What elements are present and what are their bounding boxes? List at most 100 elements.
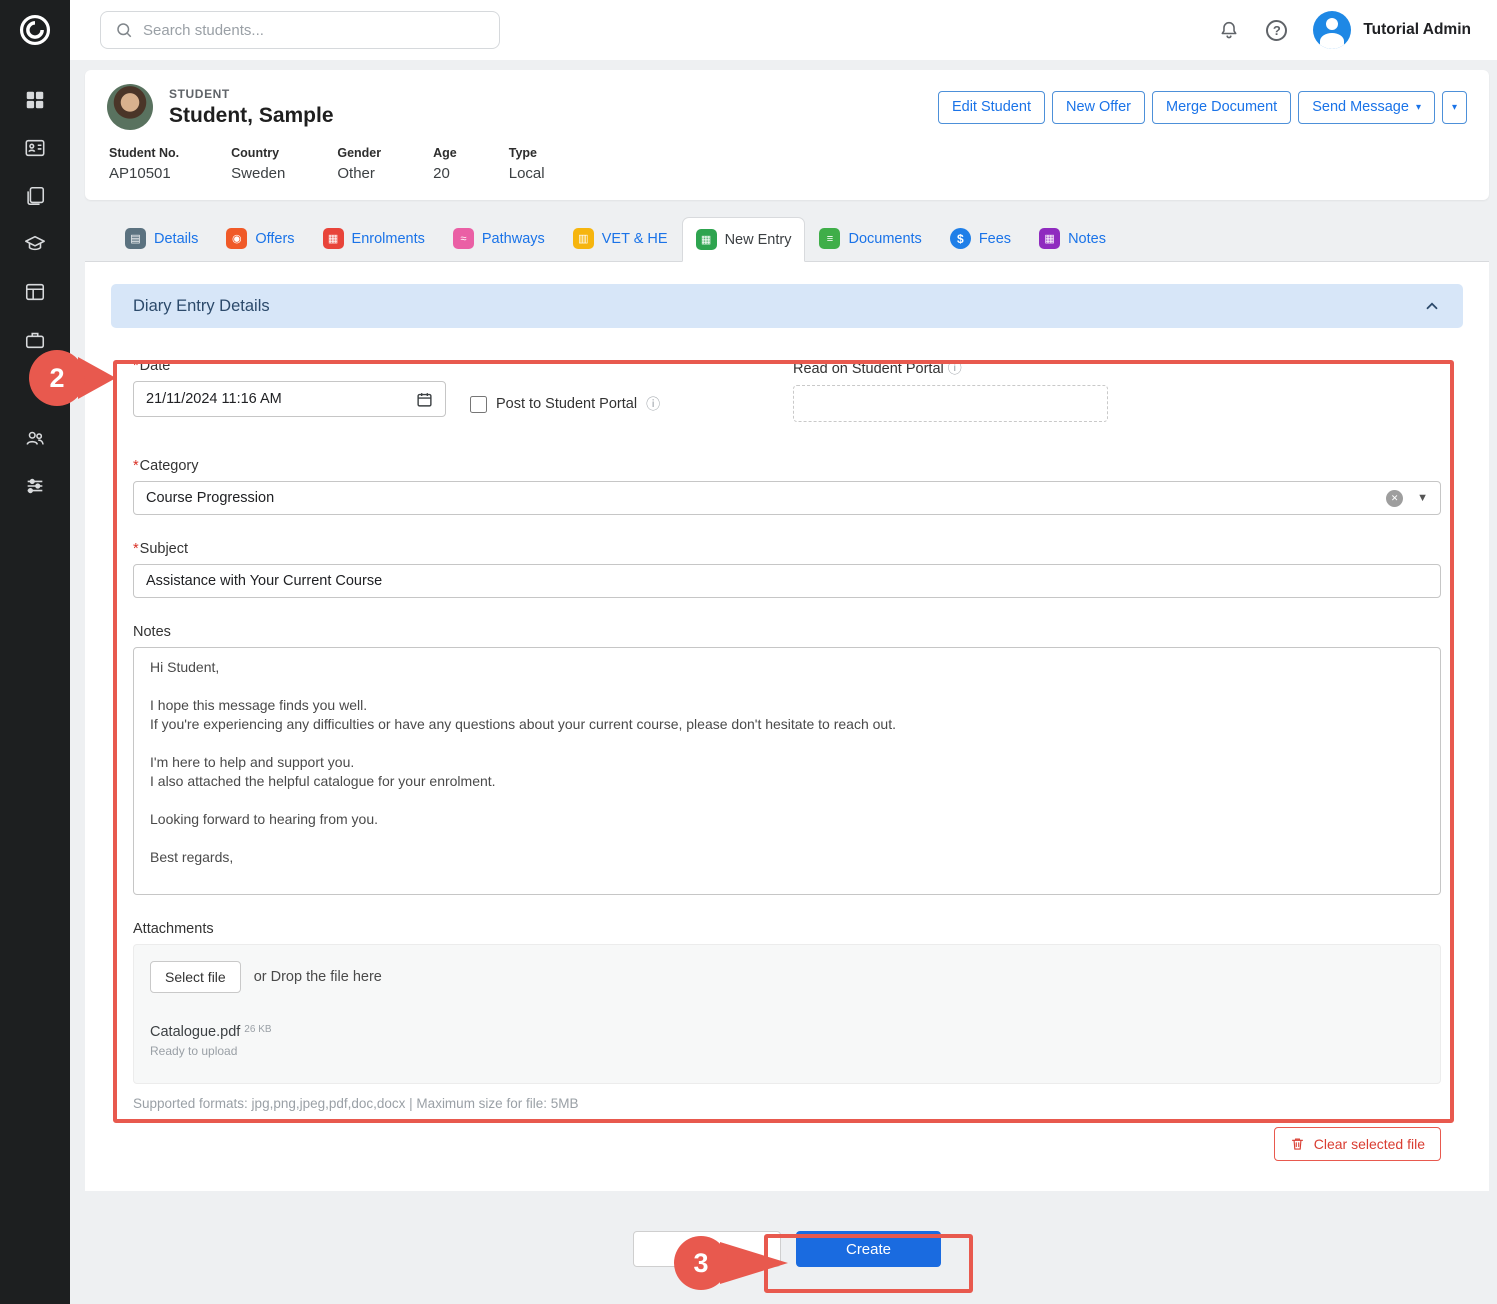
info-country: Country Sweden	[231, 146, 285, 182]
student-header-card: STUDENT Student, Sample Edit Student New…	[85, 70, 1489, 200]
student-meta: STUDENT Student, Sample	[169, 87, 334, 128]
post-to-portal-checkbox[interactable]	[470, 396, 487, 413]
attachments-label: Attachments	[133, 921, 1441, 937]
sliders-icon	[24, 475, 46, 497]
read-portal-input	[793, 385, 1108, 422]
table-icon	[24, 281, 46, 303]
footer-secondary-button[interactable]	[633, 1231, 781, 1267]
file-status: Ready to upload	[150, 1044, 1424, 1058]
trash-icon	[1290, 1136, 1305, 1152]
topbar: ? Tutorial Admin	[70, 0, 1497, 60]
fees-tab-icon: $	[950, 228, 971, 249]
main-content: STUDENT Student, Sample Edit Student New…	[85, 70, 1489, 1267]
caret-down-icon: ▾	[1452, 102, 1457, 113]
app-logo-icon[interactable]	[0, 0, 70, 60]
student-avatar	[107, 84, 153, 130]
form-row-date: *Date 21/11/2024 11:16 AM Post to Studen…	[133, 358, 1441, 432]
search-input[interactable]	[143, 22, 485, 39]
info-type: Type Local	[509, 146, 545, 182]
panel-title: Diary Entry Details	[133, 297, 270, 316]
sidebar	[0, 0, 70, 1304]
student-header-top: STUDENT Student, Sample Edit Student New…	[85, 70, 1489, 134]
student-actions: Edit Student New Offer Merge Document Se…	[938, 91, 1467, 124]
selected-file-item: Catalogue.pdf 26 KB Ready to upload	[150, 1023, 1424, 1058]
documents-tab-icon: ≡	[819, 228, 840, 249]
file-drop-zone[interactable]: Select file or Drop the file here Catalo…	[133, 944, 1441, 1084]
create-button[interactable]: Create	[796, 1231, 941, 1267]
user-name: Tutorial Admin	[1363, 21, 1471, 39]
notes-tab-icon: ▦	[1039, 228, 1060, 249]
merge-document-button[interactable]: Merge Document	[1152, 91, 1291, 124]
user-menu[interactable]: Tutorial Admin	[1313, 11, 1471, 49]
details-tab-icon: ▤	[125, 228, 146, 249]
info-student-no: Student No. AP10501	[109, 146, 179, 182]
read-portal-label: Read on Student Portal ⓘ	[793, 358, 1108, 378]
category-field-group: *Category Course Progression ✕ ▼	[133, 458, 1441, 515]
edit-student-button[interactable]: Edit Student	[938, 91, 1045, 124]
tab-offers[interactable]: ◉Offers	[212, 216, 308, 261]
select-file-button[interactable]: Select file	[150, 961, 241, 993]
search-box	[100, 11, 500, 49]
more-actions-dropdown-button[interactable]: ▾	[1442, 91, 1467, 124]
notifications-bell-icon[interactable]	[1218, 19, 1240, 41]
calendar-icon[interactable]	[416, 391, 433, 408]
read-portal-group: Read on Student Portal ⓘ	[793, 358, 1108, 422]
clear-category-icon[interactable]: ✕	[1386, 490, 1403, 507]
sidebar-item-contacts[interactable]	[24, 137, 46, 159]
category-select[interactable]: Course Progression ✕ ▼	[133, 481, 1441, 515]
subject-label: *Subject	[133, 541, 1441, 557]
sidebar-item-briefcase[interactable]	[24, 329, 46, 351]
topbar-right: ? Tutorial Admin	[1218, 11, 1471, 49]
collapse-chevron-icon[interactable]	[1423, 297, 1441, 315]
attachments-group: Attachments Select file or Drop the file…	[133, 921, 1441, 1111]
date-input[interactable]: 21/11/2024 11:16 AM	[133, 381, 446, 417]
supported-formats-note: Supported formats: jpg,png,jpeg,pdf,doc,…	[133, 1096, 1441, 1111]
tab-pathways[interactable]: ≈Pathways	[439, 216, 559, 261]
student-tabs: ▤Details ◉Offers ▦Enrolments ≈Pathways ▥…	[85, 216, 1489, 262]
tab-fees[interactable]: $Fees	[936, 216, 1025, 261]
date-field-group: *Date 21/11/2024 11:16 AM	[133, 358, 446, 417]
copy-pages-icon	[24, 185, 46, 207]
briefcase-icon	[24, 329, 46, 351]
student-kicker: STUDENT	[169, 87, 334, 101]
new-offer-button[interactable]: New Offer	[1052, 91, 1145, 124]
clear-selected-file-button[interactable]: Clear selected file	[1274, 1127, 1441, 1161]
student-info-row: Student No. AP10501 Country Sweden Gende…	[85, 134, 1489, 200]
tab-documents[interactable]: ≡Documents	[805, 216, 935, 261]
people-icon	[24, 427, 46, 449]
post-to-portal-label: Post to Student Portal	[496, 396, 637, 412]
footer-actions: Create	[85, 1231, 1489, 1267]
diary-entry-panel: Diary Entry Details *Date 21/11/2024 11:…	[85, 262, 1489, 1191]
new-entry-tab-icon: ▦	[696, 229, 717, 250]
caret-down-icon[interactable]: ▼	[1417, 492, 1428, 504]
sidebar-item-documents[interactable]	[24, 185, 46, 207]
info-gender: Gender Other	[337, 146, 381, 182]
user-avatar	[1313, 11, 1351, 49]
help-icon[interactable]: ?	[1266, 20, 1287, 41]
tab-notes[interactable]: ▦Notes	[1025, 216, 1120, 261]
file-name: Catalogue.pdf	[150, 1024, 240, 1040]
file-size: 26 KB	[244, 1024, 271, 1035]
sidebar-item-settings[interactable]	[24, 475, 46, 497]
sidebar-item-courses[interactable]	[24, 233, 46, 255]
notes-field-group: Notes Hi Student, I hope this message fi…	[133, 624, 1441, 895]
sidebar-nav	[24, 60, 46, 497]
post-portal-group: Post to Student Portal ⓘ	[470, 394, 660, 414]
graduation-cap-icon	[24, 233, 46, 255]
notes-textarea[interactable]: Hi Student, I hope this message finds yo…	[133, 647, 1441, 895]
subject-field-group: *Subject Assistance with Your Current Co…	[133, 541, 1441, 598]
tab-vet-he[interactable]: ▥VET & HE	[559, 216, 682, 261]
tab-enrolments[interactable]: ▦Enrolments	[309, 216, 439, 261]
tab-details[interactable]: ▤Details	[111, 216, 212, 261]
category-label: *Category	[133, 458, 1441, 474]
subject-input[interactable]: Assistance with Your Current Course	[133, 564, 1441, 598]
tab-new-entry[interactable]: ▦New Entry	[682, 217, 806, 262]
send-message-button[interactable]: Send Message▾	[1298, 91, 1435, 124]
clear-file-row: Clear selected file	[111, 1127, 1463, 1161]
vet-he-tab-icon: ▥	[573, 228, 594, 249]
sidebar-item-dashboard[interactable]	[24, 89, 46, 111]
sidebar-item-tables[interactable]	[24, 281, 46, 303]
drop-hint: or Drop the file here	[254, 969, 382, 985]
info-age: Age 20	[433, 146, 457, 182]
sidebar-item-agents[interactable]	[24, 427, 46, 449]
